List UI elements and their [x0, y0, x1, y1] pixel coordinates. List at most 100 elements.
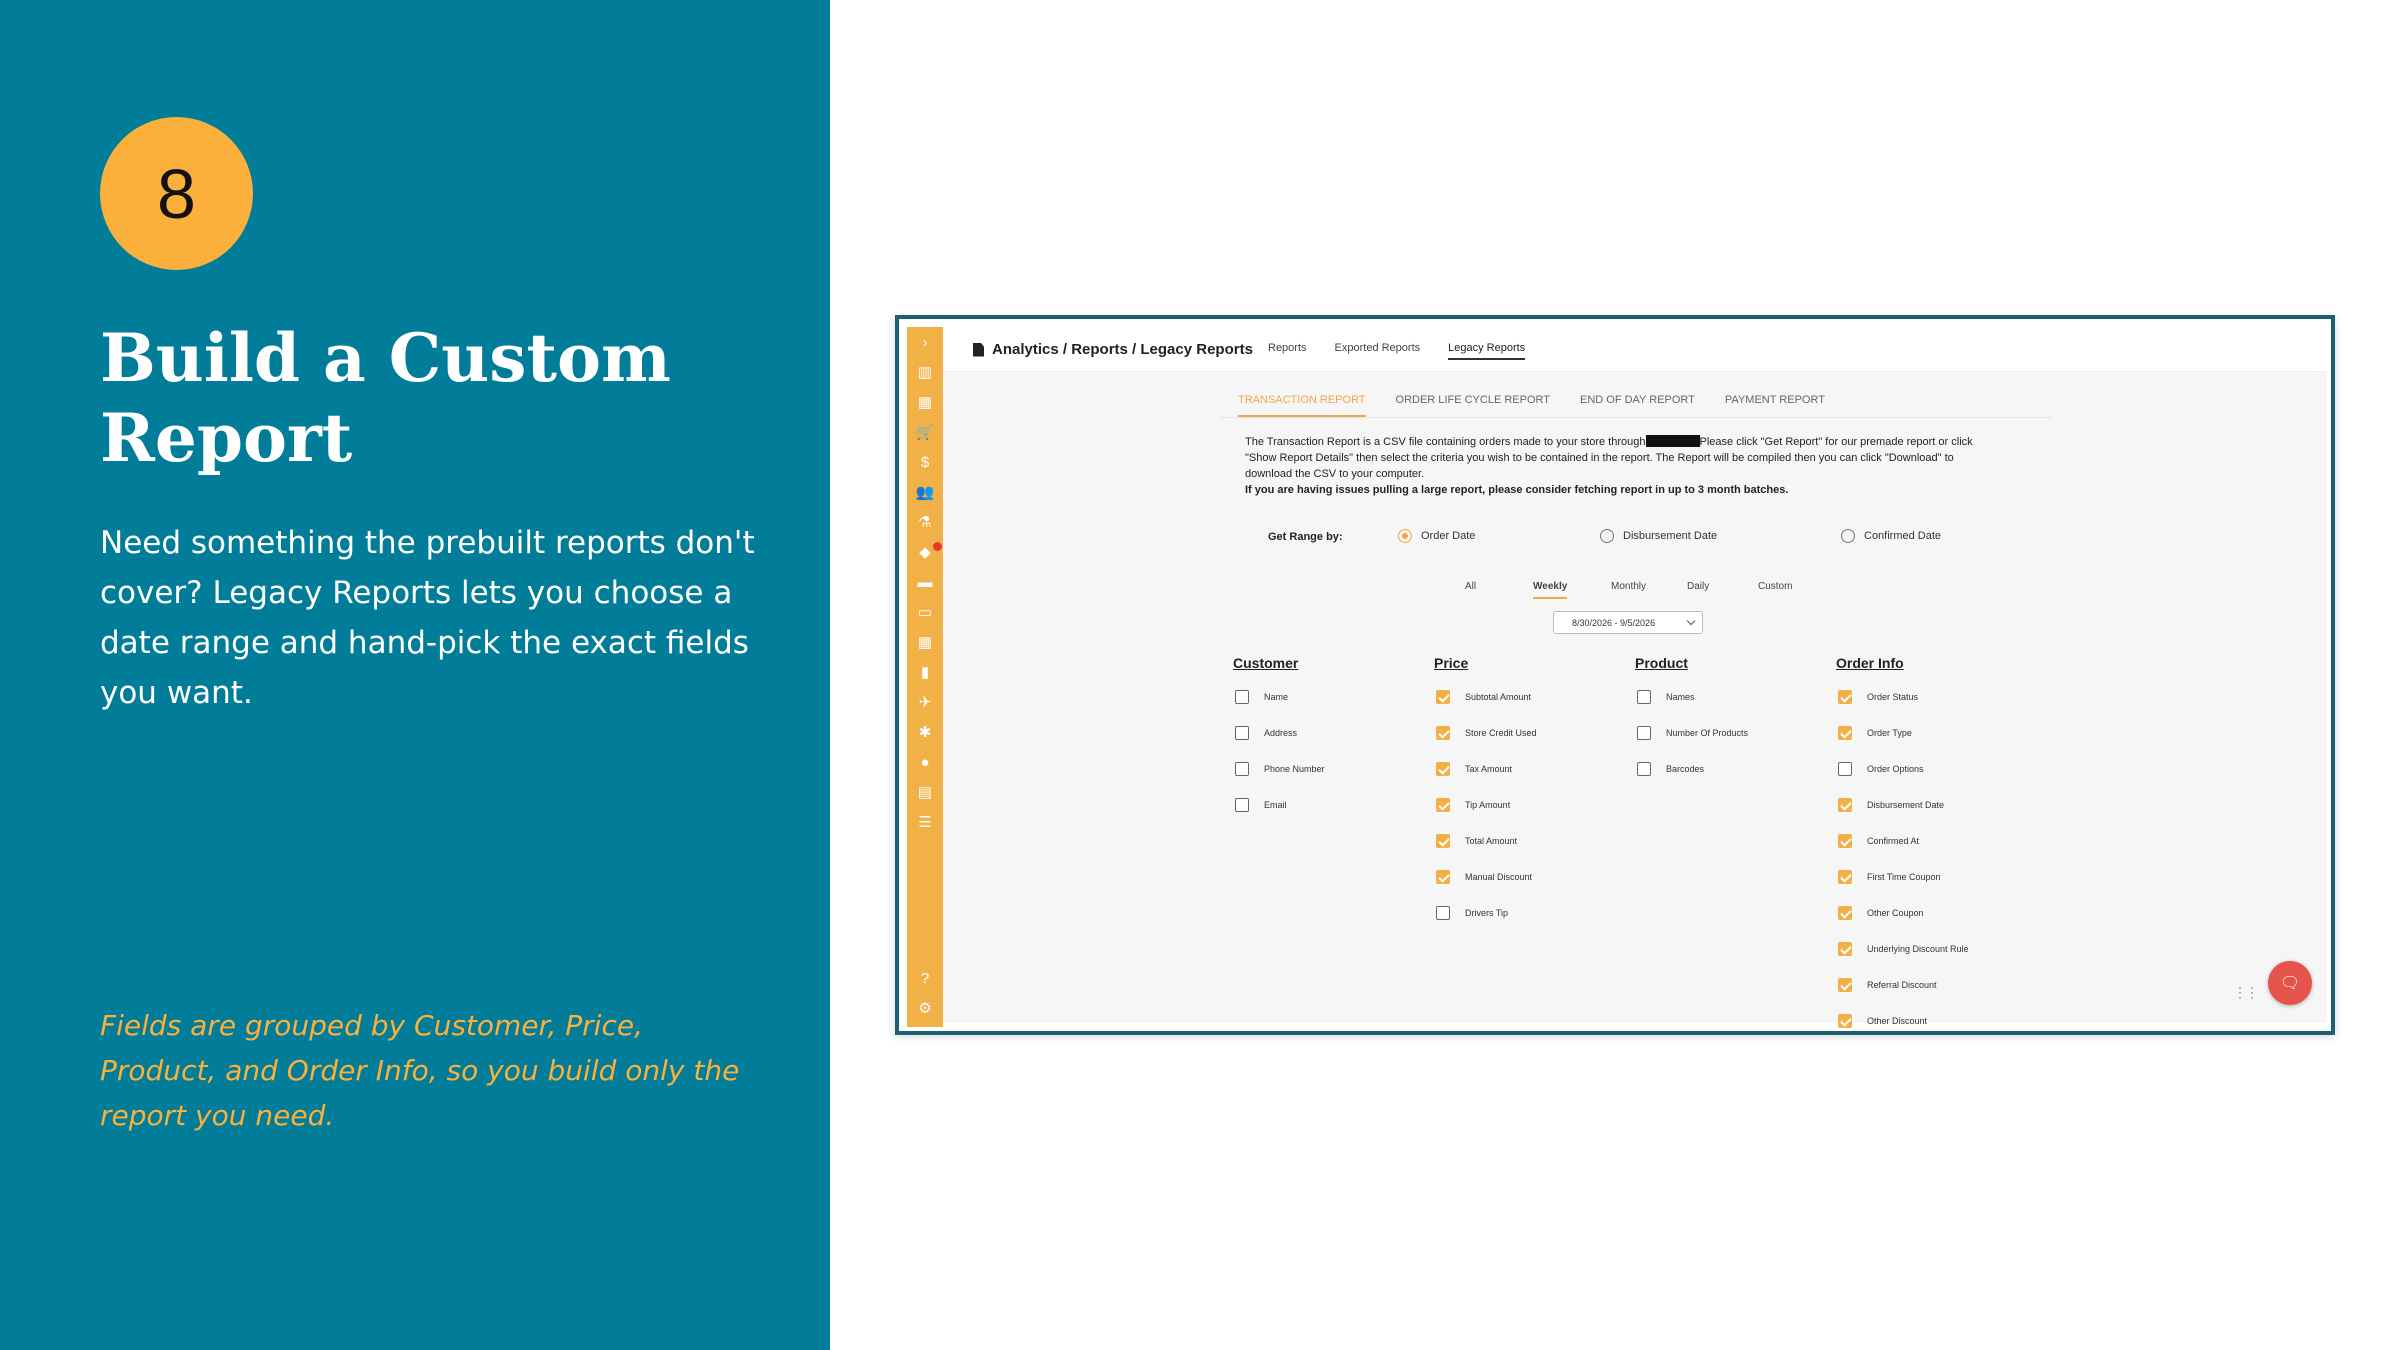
top-tab-legacy-reports[interactable]: Legacy Reports: [1448, 342, 1526, 360]
printer-icon[interactable]: ▤: [907, 777, 943, 807]
field-confirmed-at[interactable]: Confirmed At: [1838, 834, 1969, 872]
checkbox[interactable]: [1436, 834, 1450, 848]
checkbox[interactable]: [1838, 870, 1852, 884]
checkbox[interactable]: [1235, 690, 1249, 704]
checkbox[interactable]: [1838, 834, 1852, 848]
drag-handle-icon[interactable]: ⋮⋮: [2233, 984, 2259, 1001]
radio-disbursement-date[interactable]: Disbursement Date: [1600, 529, 1717, 543]
chat-button[interactable]: 🗨: [2268, 961, 2312, 1005]
barcode-icon[interactable]: ▦: [907, 387, 943, 417]
field-email[interactable]: Email: [1235, 798, 1325, 836]
field-barcodes[interactable]: Barcodes: [1637, 762, 1748, 800]
period-all[interactable]: All: [1465, 581, 1476, 597]
plane-icon[interactable]: ✈: [907, 687, 943, 717]
top-tabs: Reports Exported Reports Legacy Reports: [1268, 342, 1526, 360]
field-manual-discount[interactable]: Manual Discount: [1436, 870, 1537, 908]
tab-transaction-report[interactable]: TRANSACTION REPORT: [1238, 382, 1366, 417]
field-total-amount[interactable]: Total Amount: [1436, 834, 1537, 872]
field-tip-amount[interactable]: Tip Amount: [1436, 798, 1537, 836]
tab-order-life-cycle-report[interactable]: ORDER LIFE CYCLE REPORT: [1396, 382, 1550, 417]
checkbox[interactable]: [1436, 906, 1450, 920]
radio-circle[interactable]: [1600, 529, 1614, 543]
field-names[interactable]: Names: [1637, 690, 1748, 728]
notification-dot: [933, 542, 942, 551]
tab-payment-report[interactable]: PAYMENT REPORT: [1725, 382, 1825, 417]
field-label: Tip Amount: [1465, 800, 1511, 810]
date-range-select[interactable]: 8/30/2026 - 9/5/2026: [1553, 611, 1703, 634]
calendar-icon[interactable]: ▦: [907, 627, 943, 657]
field-number-of-products[interactable]: Number Of Products: [1637, 726, 1748, 764]
checkbox[interactable]: [1838, 978, 1852, 992]
period-custom[interactable]: Custom: [1758, 581, 1792, 597]
checkbox[interactable]: [1235, 762, 1249, 776]
database-icon[interactable]: ☰: [907, 807, 943, 837]
gear-icon[interactable]: ⚙: [907, 993, 943, 1023]
checkbox[interactable]: [1436, 798, 1450, 812]
radio-order-date[interactable]: Order Date: [1398, 529, 1475, 543]
checkbox[interactable]: [1838, 1014, 1852, 1028]
tab-end-of-day-report[interactable]: END OF DAY REPORT: [1580, 382, 1695, 417]
field-underlying-discount-rule[interactable]: Underlying Discount Rule: [1838, 942, 1969, 980]
period-weekly[interactable]: Weekly: [1533, 581, 1568, 599]
field-order-status[interactable]: Order Status: [1838, 690, 1969, 728]
radio-circle[interactable]: [1398, 529, 1412, 543]
puzzle-icon[interactable]: ✱: [907, 717, 943, 747]
period-daily[interactable]: Daily: [1687, 581, 1709, 597]
checkbox[interactable]: [1436, 726, 1450, 740]
chevron-right-icon[interactable]: ›: [907, 327, 943, 357]
checkbox[interactable]: [1838, 690, 1852, 704]
field-store-credit-used[interactable]: Store Credit Used: [1436, 726, 1537, 764]
slide: 8 Build a Custom Report Need something t…: [0, 0, 2400, 1350]
radio-label: Confirmed Date: [1864, 530, 1942, 542]
checkbox[interactable]: [1838, 798, 1852, 812]
field-label: Confirmed At: [1867, 836, 1920, 846]
checkbox[interactable]: [1838, 942, 1852, 956]
checkbox[interactable]: [1637, 762, 1651, 776]
tag-icon[interactable]: ◆: [907, 537, 943, 567]
users-icon[interactable]: 👥: [907, 477, 943, 507]
radio-circle[interactable]: [1841, 529, 1855, 543]
field-name[interactable]: Name: [1235, 690, 1325, 728]
field-label: Subtotal Amount: [1465, 692, 1532, 702]
checkbox[interactable]: [1838, 762, 1852, 776]
field-subtotal-amount[interactable]: Subtotal Amount: [1436, 690, 1537, 728]
checkbox[interactable]: [1235, 798, 1249, 812]
flask-icon[interactable]: ⚗: [907, 507, 943, 537]
report-info: The Transaction Report is a CSV file con…: [1245, 434, 2005, 498]
radio-confirmed-date[interactable]: Confirmed Date: [1841, 529, 1941, 543]
field-other-discount[interactable]: Other Discount: [1838, 1014, 1969, 1031]
checkbox[interactable]: [1838, 726, 1852, 740]
field-phone-number[interactable]: Phone Number: [1235, 762, 1325, 800]
checkbox[interactable]: [1235, 726, 1249, 740]
field-disbursement-date[interactable]: Disbursement Date: [1838, 798, 1969, 836]
field-drivers-tip[interactable]: Drivers Tip: [1436, 906, 1537, 944]
field-label: Email: [1264, 800, 1287, 810]
field-tax-amount[interactable]: Tax Amount: [1436, 762, 1537, 800]
field-label: First Time Coupon: [1867, 872, 1941, 882]
checkbox[interactable]: [1436, 690, 1450, 704]
book-icon[interactable]: ▮: [907, 657, 943, 687]
field-address[interactable]: Address: [1235, 726, 1325, 764]
field-other-coupon[interactable]: Other Coupon: [1838, 906, 1969, 944]
top-tab-exported-reports[interactable]: Exported Reports: [1335, 342, 1421, 360]
field-order-options[interactable]: Order Options: [1838, 762, 1969, 800]
field-order-type[interactable]: Order Type: [1838, 726, 1969, 764]
dollar-icon[interactable]: $: [907, 447, 943, 477]
cart-icon[interactable]: 🛒: [907, 417, 943, 447]
truck-icon[interactable]: ▬: [907, 567, 943, 597]
top-tab-reports[interactable]: Reports: [1268, 342, 1307, 360]
checkbox[interactable]: [1436, 762, 1450, 776]
group-title-order-info: Order Info: [1836, 655, 1904, 671]
field-label: Total Amount: [1465, 836, 1518, 846]
bulb-icon[interactable]: ●: [907, 747, 943, 777]
chart-icon[interactable]: ▥: [907, 357, 943, 387]
checkbox[interactable]: [1637, 726, 1651, 740]
checkbox[interactable]: [1436, 870, 1450, 884]
help-icon[interactable]: ?: [907, 963, 943, 993]
checkbox[interactable]: [1637, 690, 1651, 704]
field-first-time-coupon[interactable]: First Time Coupon: [1838, 870, 1969, 908]
card-icon[interactable]: ▭: [907, 597, 943, 627]
field-referral-discount[interactable]: Referral Discount: [1838, 978, 1969, 1016]
checkbox[interactable]: [1838, 906, 1852, 920]
period-monthly[interactable]: Monthly: [1611, 581, 1646, 597]
